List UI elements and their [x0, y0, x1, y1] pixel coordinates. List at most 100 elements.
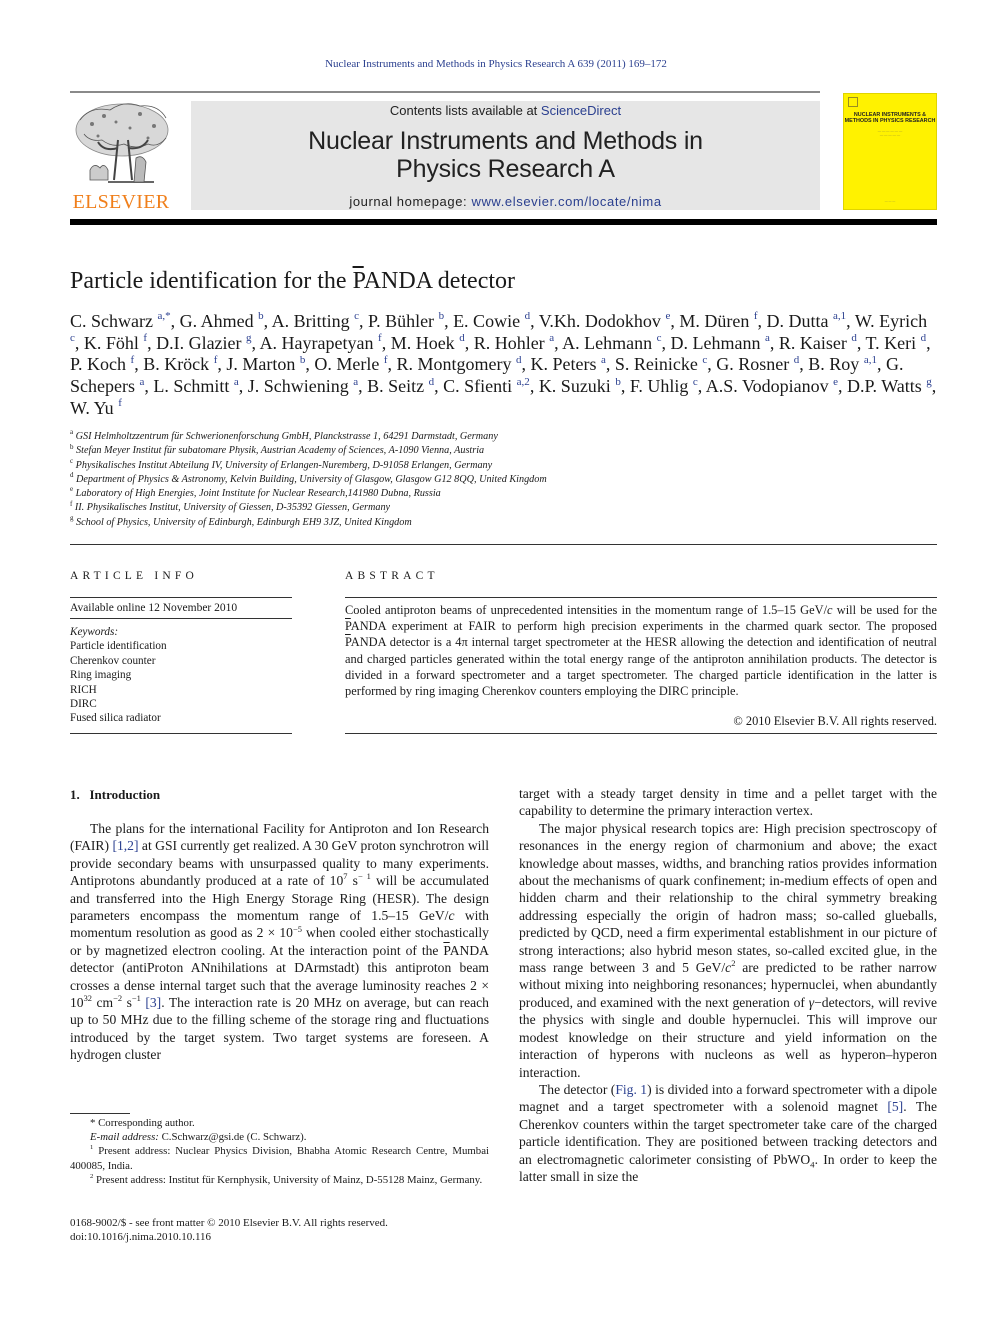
author-name[interactable]: M. Düren	[679, 311, 754, 331]
affiliation-marker[interactable]: f	[143, 332, 147, 344]
journal-title[interactable]: Nuclear Instruments and Methods in Physi…	[191, 127, 820, 183]
affiliation-marker[interactable]: a,1	[864, 354, 877, 366]
author-name[interactable]: C. Sfienti	[443, 376, 517, 396]
citation-link[interactable]: [3]	[145, 995, 161, 1010]
author-name[interactable]: W. Yu	[70, 398, 118, 418]
affiliation-marker[interactable]: e	[665, 310, 670, 322]
author-name[interactable]: D. Dutta	[767, 311, 834, 331]
author-name[interactable]: A.S. Vodopianov	[706, 376, 833, 396]
text-span: Cooled antiproton beams of unprecedented…	[345, 603, 828, 617]
affiliation-marker[interactable]: d	[429, 376, 435, 388]
sciencedirect-link[interactable]: ScienceDirect	[541, 103, 621, 118]
intro-paragraph-1-cont: target with a steady target density in t…	[519, 786, 937, 819]
affiliation-marker[interactable]: g	[926, 376, 932, 388]
affiliation-marker[interactable]: a,*	[157, 310, 170, 322]
author-name[interactable]: G. Rosner	[716, 354, 794, 374]
figure-link[interactable]: Fig. 1	[615, 1082, 647, 1097]
author-name[interactable]: J. Marton	[226, 354, 300, 374]
journal-masthead: Contents lists available at ScienceDirec…	[191, 101, 820, 210]
author-name[interactable]: B. Roy	[808, 354, 864, 374]
affiliation-marker[interactable]: c	[354, 310, 359, 322]
author-name[interactable]: M. Hoek	[391, 333, 460, 353]
affiliation-marker[interactable]: a	[234, 376, 239, 388]
affiliation-marker[interactable]: b	[300, 354, 306, 366]
author-name[interactable]: T. Keri	[866, 333, 921, 353]
affiliation-marker[interactable]: f	[378, 332, 382, 344]
author-name[interactable]: B. Kröck	[143, 354, 214, 374]
article-info-rule-top	[70, 597, 292, 598]
affiliation-marker[interactable]: c	[70, 332, 75, 344]
author-name[interactable]: S. Reinicke	[615, 354, 703, 374]
author-name[interactable]: C. Schwarz	[70, 311, 157, 331]
doi-line[interactable]: doi:10.1016/j.nima.2010.10.116	[70, 1230, 388, 1244]
affiliation-marker[interactable]: g	[246, 332, 252, 344]
affiliation-marker[interactable]: f	[754, 310, 758, 322]
journal-cover-thumbnail[interactable]: NUCLEAR INSTRUMENTS & METHODS IN PHYSICS…	[843, 93, 937, 210]
affiliation-marker[interactable]: d	[516, 354, 522, 366]
affiliation-marker[interactable]: a	[353, 376, 358, 388]
keyword: Cherenkov counter	[70, 654, 156, 667]
author-name[interactable]: G. Ahmed	[180, 311, 259, 331]
keywords-label: Keywords:	[70, 626, 119, 638]
body-column-right: target with a steady target density in t…	[519, 785, 937, 1185]
author-name[interactable]: P. Koch	[70, 354, 131, 374]
email-address[interactable]: C.Schwarz@gsi.de (C. Schwarz).	[162, 1131, 307, 1143]
footnote-2: 2 Present address: Institut für Kernphys…	[70, 1173, 489, 1187]
author-name[interactable]: W. Eyrich	[855, 311, 927, 331]
top-rule	[70, 91, 820, 93]
affiliation-marker[interactable]: d	[459, 332, 465, 344]
citation-link[interactable]: [1,2]	[112, 838, 138, 853]
citation-link[interactable]: [5]	[887, 1099, 903, 1114]
author-name[interactable]: A. Lehmann	[562, 333, 656, 353]
author-name[interactable]: A. Hayrapetyan	[260, 333, 378, 353]
running-head[interactable]: Nuclear Instruments and Methods in Physi…	[0, 58, 992, 70]
affiliation-marker[interactable]: a	[765, 332, 770, 344]
author-name[interactable]: R. Kaiser	[779, 333, 851, 353]
author-name[interactable]: P. Bühler	[368, 311, 439, 331]
author-name[interactable]: K. Föhl	[84, 333, 144, 353]
author-name[interactable]: A. Britting	[272, 311, 355, 331]
cover-emblem-icon	[848, 97, 858, 107]
author-name[interactable]: D.P. Watts	[847, 376, 926, 396]
affiliation-marker[interactable]: e	[833, 376, 838, 388]
author-name[interactable]: K. Suzuki	[539, 376, 616, 396]
author-name[interactable]: K. Peters	[531, 354, 602, 374]
author-name[interactable]: F. Uhlig	[630, 376, 693, 396]
text-span	[90, 122, 94, 126]
affiliation-marker[interactable]: a	[601, 354, 606, 366]
affiliation-marker[interactable]: b	[439, 310, 445, 322]
intro-paragraph-2: The major physical research topics are: …	[519, 820, 937, 1081]
affiliation-marker[interactable]: f	[131, 354, 135, 366]
affiliation-marker[interactable]: c	[657, 332, 662, 344]
affiliation-marker[interactable]: d	[921, 332, 927, 344]
affiliation-marker[interactable]: a	[549, 332, 554, 344]
author-name[interactable]: D. Lehmann	[670, 333, 764, 353]
affiliation-marker[interactable]: d	[794, 354, 800, 366]
affiliation-marker[interactable]: f	[214, 354, 218, 366]
affiliation-marker[interactable]: a,2	[517, 376, 530, 388]
author-name[interactable]: V.Kh. Dodokhov	[539, 311, 666, 331]
affiliation-marker[interactable]: c	[693, 376, 698, 388]
author-name[interactable]: J. Schwiening	[248, 376, 354, 396]
author-name[interactable]: D.I. Glazier	[156, 333, 246, 353]
author-name[interactable]: O. Merle	[314, 354, 383, 374]
author-name[interactable]: R. Montgomery	[397, 354, 517, 374]
affiliation-marker[interactable]: f	[118, 397, 122, 409]
author-name[interactable]: R. Hohler	[474, 333, 550, 353]
contents-line: Contents lists available at ScienceDirec…	[191, 103, 820, 118]
affiliation-marker[interactable]: d	[851, 332, 857, 344]
author-name[interactable]: L. Schmitt	[153, 376, 234, 396]
affiliation-marker[interactable]: c	[702, 354, 707, 366]
affiliation-marker[interactable]: b	[258, 310, 264, 322]
journal-homepage-link[interactable]: www.elsevier.com/locate/nima	[471, 194, 661, 209]
author-name[interactable]: E. Cowie	[453, 311, 525, 331]
superscript: 2	[90, 1172, 94, 1180]
affiliation-key: g	[70, 514, 74, 523]
affiliation-marker[interactable]: a	[139, 376, 144, 388]
keyword: Ring imaging	[70, 669, 132, 682]
affiliation-marker[interactable]: f	[384, 354, 388, 366]
affiliation-marker[interactable]: b	[615, 376, 621, 388]
affiliation-marker[interactable]: d	[525, 310, 531, 322]
affiliation-marker[interactable]: a,1	[833, 310, 846, 322]
author-name[interactable]: B. Seitz	[367, 376, 429, 396]
